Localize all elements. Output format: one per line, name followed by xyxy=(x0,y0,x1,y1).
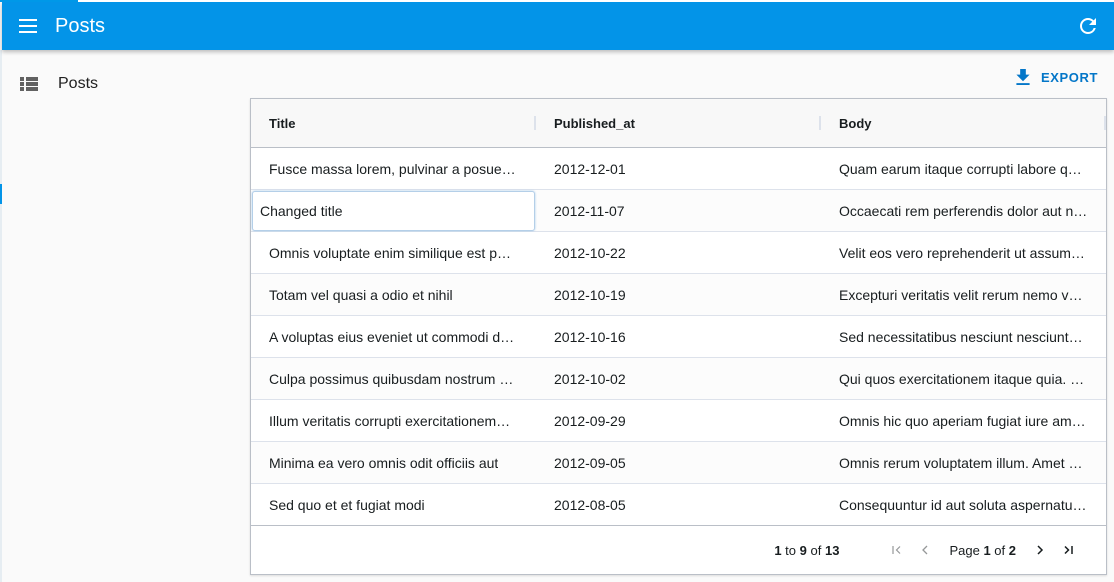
refresh-icon[interactable] xyxy=(1076,14,1100,38)
published-at-cell[interactable]: 2012-09-05 xyxy=(536,442,821,483)
published-at-cell[interactable]: 2012-12-01 xyxy=(536,148,821,189)
published-at-cell[interactable]: 2012-10-19 xyxy=(536,274,821,315)
table-row[interactable]: Illum veritatis corrupti exercitationem…… xyxy=(251,400,1106,442)
table-row[interactable]: Culpa possimus quibusdam nostrum … 2012-1… xyxy=(251,358,1106,400)
column-header-published-at[interactable]: Published_at xyxy=(536,99,821,147)
title-cell[interactable]: Minima ea vero omnis odit officiis aut xyxy=(251,442,536,483)
published-at-cell[interactable]: 2012-09-29 xyxy=(536,400,821,441)
published-at-cell[interactable]: 2012-11-07 xyxy=(536,190,821,231)
title-cell[interactable]: Totam vel quasi a odio et nihil xyxy=(251,274,536,315)
hamburger-menu-icon[interactable] xyxy=(19,14,43,38)
body-cell[interactable]: Omnis hic quo aperiam fugiat iure am… xyxy=(821,400,1108,441)
title-cell[interactable]: Sed quo et et fugiat modi xyxy=(251,484,536,525)
body-cell[interactable]: Quam earum itaque corrupti labore q… xyxy=(821,148,1108,189)
published-at-cell[interactable]: 2012-10-16 xyxy=(536,316,821,357)
body-cell[interactable]: Consequuntur id aut soluta aspernatu… xyxy=(821,484,1108,525)
body-cell[interactable]: Sed necessitatibus nesciunt nesciunt… xyxy=(821,316,1108,357)
grid-body: Fusce massa lorem, pulvinar a posue… 2012… xyxy=(251,148,1106,526)
grid-header: Title Published_at Body xyxy=(251,99,1106,148)
page-indicator: Page 1 of 2 xyxy=(949,542,1016,558)
table-row[interactable]: A voluptas eius eveniet ut commodi d… 201… xyxy=(251,316,1106,358)
table-row[interactable]: Fusce massa lorem, pulvinar a posue… 2012… xyxy=(251,148,1106,190)
published-at-cell[interactable]: 2012-10-02 xyxy=(536,358,821,399)
loading-progress-fill xyxy=(0,0,78,2)
table-row[interactable]: Totam vel quasi a odio et nihil 2012-10-1… xyxy=(251,274,1106,316)
body-cell[interactable]: Occaecati rem perferendis dolor aut n… xyxy=(821,190,1108,231)
list-icon xyxy=(20,77,38,91)
title-cell[interactable]: Culpa possimus quibusdam nostrum … xyxy=(251,358,536,399)
title-cell[interactable]: Fusce massa lorem, pulvinar a posue… xyxy=(251,148,536,189)
table-row[interactable]: 2012-11-07Occaecati rem perferendis dolo… xyxy=(251,190,1106,232)
column-resize-handle[interactable] xyxy=(1104,116,1106,130)
title-cell[interactable]: Illum veritatis corrupti exercitationem… xyxy=(251,400,536,441)
pagination-panel: 1 to 9 of 13 Page 1 of 2 xyxy=(251,526,1106,574)
app-bar: Posts xyxy=(2,2,1114,50)
sidebar-item-posts[interactable]: Posts xyxy=(20,72,98,96)
loading-progress-bar xyxy=(0,0,1114,2)
sidebar-active-indicator xyxy=(0,184,2,204)
body-cell[interactable]: Omnis rerum voluptatem illum. Amet … xyxy=(821,442,1108,483)
export-button[interactable]: EXPORT xyxy=(1016,66,1098,88)
body-cell[interactable]: Qui quos exercitationem itaque quia. … xyxy=(821,358,1108,399)
published-at-cell[interactable]: 2012-10-22 xyxy=(536,232,821,273)
app-title: Posts xyxy=(55,14,106,37)
export-label: EXPORT xyxy=(1040,69,1098,85)
data-grid: Title Published_at Body Fusce massa lore… xyxy=(250,98,1107,575)
row-summary: 1 to 9 of 13 xyxy=(774,542,840,558)
table-row[interactable]: Omnis voluptate enim similique est p… 201… xyxy=(251,232,1106,274)
title-cell[interactable]: A voluptas eius eveniet ut commodi d… xyxy=(251,316,536,357)
body-cell[interactable]: Excepturi veritatis velit rerum nemo v… xyxy=(821,274,1108,315)
published-at-cell[interactable]: 2012-08-05 xyxy=(536,484,821,525)
table-row[interactable]: Sed quo et et fugiat modi 2012-08-05 Conse… xyxy=(251,484,1106,526)
next-page-icon[interactable] xyxy=(1032,542,1048,558)
first-page-icon[interactable] xyxy=(889,542,905,558)
title-cell[interactable]: Omnis voluptate enim similique est p… xyxy=(251,232,536,273)
sidebar-item-label: Posts xyxy=(58,75,99,92)
download-icon xyxy=(1016,69,1030,85)
column-header-body[interactable]: Body xyxy=(821,99,1106,147)
column-header-title[interactable]: Title xyxy=(251,99,536,147)
previous-page-icon[interactable] xyxy=(917,542,933,558)
sidebar-edge xyxy=(0,50,2,582)
title-cell-editor[interactable] xyxy=(252,191,535,231)
table-row[interactable]: Minima ea vero omnis odit officiis aut 20… xyxy=(251,442,1106,484)
last-page-icon[interactable] xyxy=(1060,542,1076,558)
body-cell[interactable]: Velit eos vero reprehenderit ut assum… xyxy=(821,232,1108,273)
